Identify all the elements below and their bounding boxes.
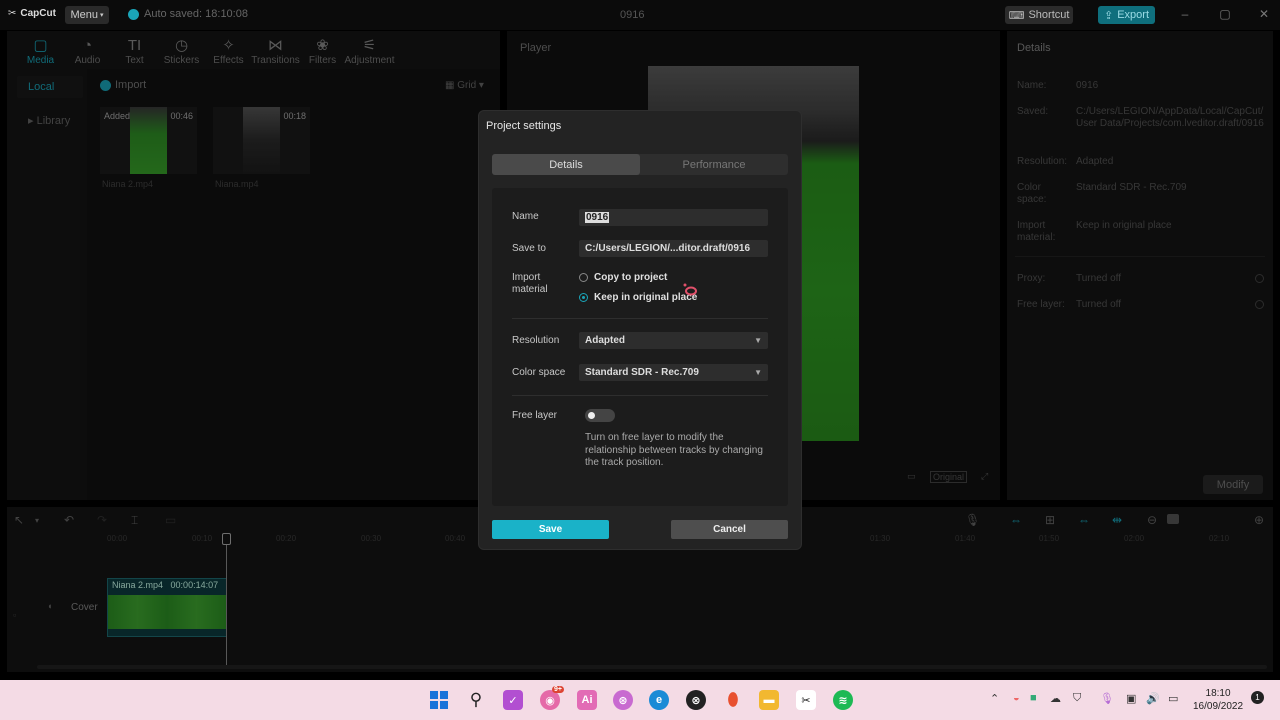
radio-label: Copy to project [594,272,668,283]
app-name: CapCut [20,8,56,19]
section-divider [512,395,768,396]
dialog-title: Project settings [486,120,562,132]
autosave-status: Auto saved: 18:10:08 [128,8,248,20]
battery-icon[interactable]: ▭ [1168,692,1178,705]
title-bar: ✂ CapCut Menu ▾ Auto saved: 18:10:08 091… [0,0,1280,30]
shortcut-button[interactable]: ⌨ Shortcut [1005,6,1073,24]
capcut-taskbar-icon[interactable]: ✂ [796,690,816,710]
maximize-icon[interactable]: ▢ [1215,7,1235,21]
chevron-down-icon: ▼ [754,368,762,377]
export-button[interactable]: ⇪ Export [1098,6,1155,24]
search-icon[interactable]: ⚲ [466,690,486,710]
capcut-logo-icon: ✂ [8,8,17,19]
mouse-cursor-icon [683,283,697,296]
location-pin-icon[interactable]: ⬮ [723,690,743,710]
resolution-label: Resolution [512,335,560,346]
app-icon-swirl[interactable]: ⊛ [613,690,633,710]
save-to-label: Save to [512,243,546,254]
color-space-label: Color space [512,367,566,378]
save-to-value: C:/Users/LEGION/...ditor.draft/0916 [585,243,751,254]
menu-button[interactable]: Menu ▾ [65,6,109,24]
close-icon[interactable]: ✕ [1254,7,1274,21]
cloud-check-icon [128,8,139,20]
app-icon-check[interactable]: ✓ [503,690,523,710]
system-clock[interactable]: 18:10 16/09/2022 [1193,687,1243,713]
radio-keep-original[interactable]: Keep in original place [579,292,697,303]
notification-icon[interactable]: 1 [1251,691,1264,704]
notification-badge: 9+ [552,686,564,693]
volume-icon[interactable]: 🔊 [1146,692,1160,705]
chevron-down-icon: ▼ [754,336,762,345]
minimize-icon[interactable]: – [1175,7,1195,21]
app-logo: ✂ CapCut [8,8,56,19]
tray-app-icon[interactable]: ◒ [1013,692,1020,704]
save-button[interactable]: Save [492,520,609,539]
name-label: Name [512,211,539,222]
messenger-icon[interactable]: ◉ 9+ [540,686,564,710]
nvidia-icon[interactable]: ■ [1030,692,1037,704]
menu-label: Menu [70,9,98,21]
cancel-button[interactable]: Cancel [671,520,788,539]
resolution-value: Adapted [585,335,625,346]
color-space-select[interactable]: Standard SDR - Rec.709 ▼ [579,364,768,381]
radio-label: Keep in original place [594,292,698,303]
cloud-icon[interactable]: ☁ [1050,692,1061,705]
import-material-label: Import material [512,272,548,295]
windows-start-icon[interactable] [429,690,449,710]
window-title: 0916 [620,9,645,21]
network-icon[interactable]: ▣ [1126,692,1136,705]
windows-taskbar: ⚲ ✓ ◉ 9+ Ai ⊛ e ⊗ ⬮ ▬ ✂ ≋ ⌃ ◒ ■ ☁ ⛉ 🎙 ▣ … [0,680,1280,720]
project-settings-dialog: Project settings Details Performance Nam… [479,111,801,549]
obs-icon[interactable]: ⊗ [686,690,706,710]
name-value: 0916 [585,212,610,223]
radio-button[interactable] [579,273,588,282]
free-layer-label: Free layer [512,410,558,421]
radio-copy-to-project[interactable]: Copy to project [579,272,667,283]
file-explorer-icon[interactable]: ▬ [759,690,779,710]
illustrator-icon[interactable]: Ai [577,690,597,710]
color-space-value: Standard SDR - Rec.709 [585,367,699,378]
chat-icon: ◉ [545,694,555,707]
dialog-body: Name 0916 Save to C:/Users/LEGION/...dit… [492,188,788,506]
chevron-up-icon[interactable]: ⌃ [990,692,999,705]
clock-time: 18:10 [1205,688,1231,699]
shortcut-label: Shortcut [1028,9,1070,21]
autosave-text: Auto saved: 18:10:08 [144,8,248,20]
free-layer-help: Turn on free layer to modify the relatio… [585,432,763,468]
spotify-icon[interactable]: ≋ [833,690,853,710]
edge-browser-icon[interactable]: e [649,690,669,710]
resolution-select[interactable]: Adapted ▼ [579,332,768,349]
export-icon: ⇪ [1103,9,1114,22]
save-to-field[interactable]: C:/Users/LEGION/...ditor.draft/0916 [579,240,768,257]
security-icon[interactable]: ⛉ [1073,692,1081,705]
tab-performance[interactable]: Performance [640,154,788,175]
export-label: Export [1117,9,1149,21]
section-divider [512,318,768,319]
name-input[interactable]: 0916 [579,209,768,226]
tab-details[interactable]: Details [492,154,640,175]
free-layer-toggle[interactable] [585,409,615,422]
microphone-icon[interactable]: 🎙 [1100,692,1114,705]
keyboard-icon: ⌨ [1008,9,1025,22]
settings-tabs: Details Performance [492,154,788,175]
radio-button[interactable] [579,293,588,302]
chevron-down-icon: ▾ [100,12,104,19]
clock-date: 16/09/2022 [1193,701,1244,712]
